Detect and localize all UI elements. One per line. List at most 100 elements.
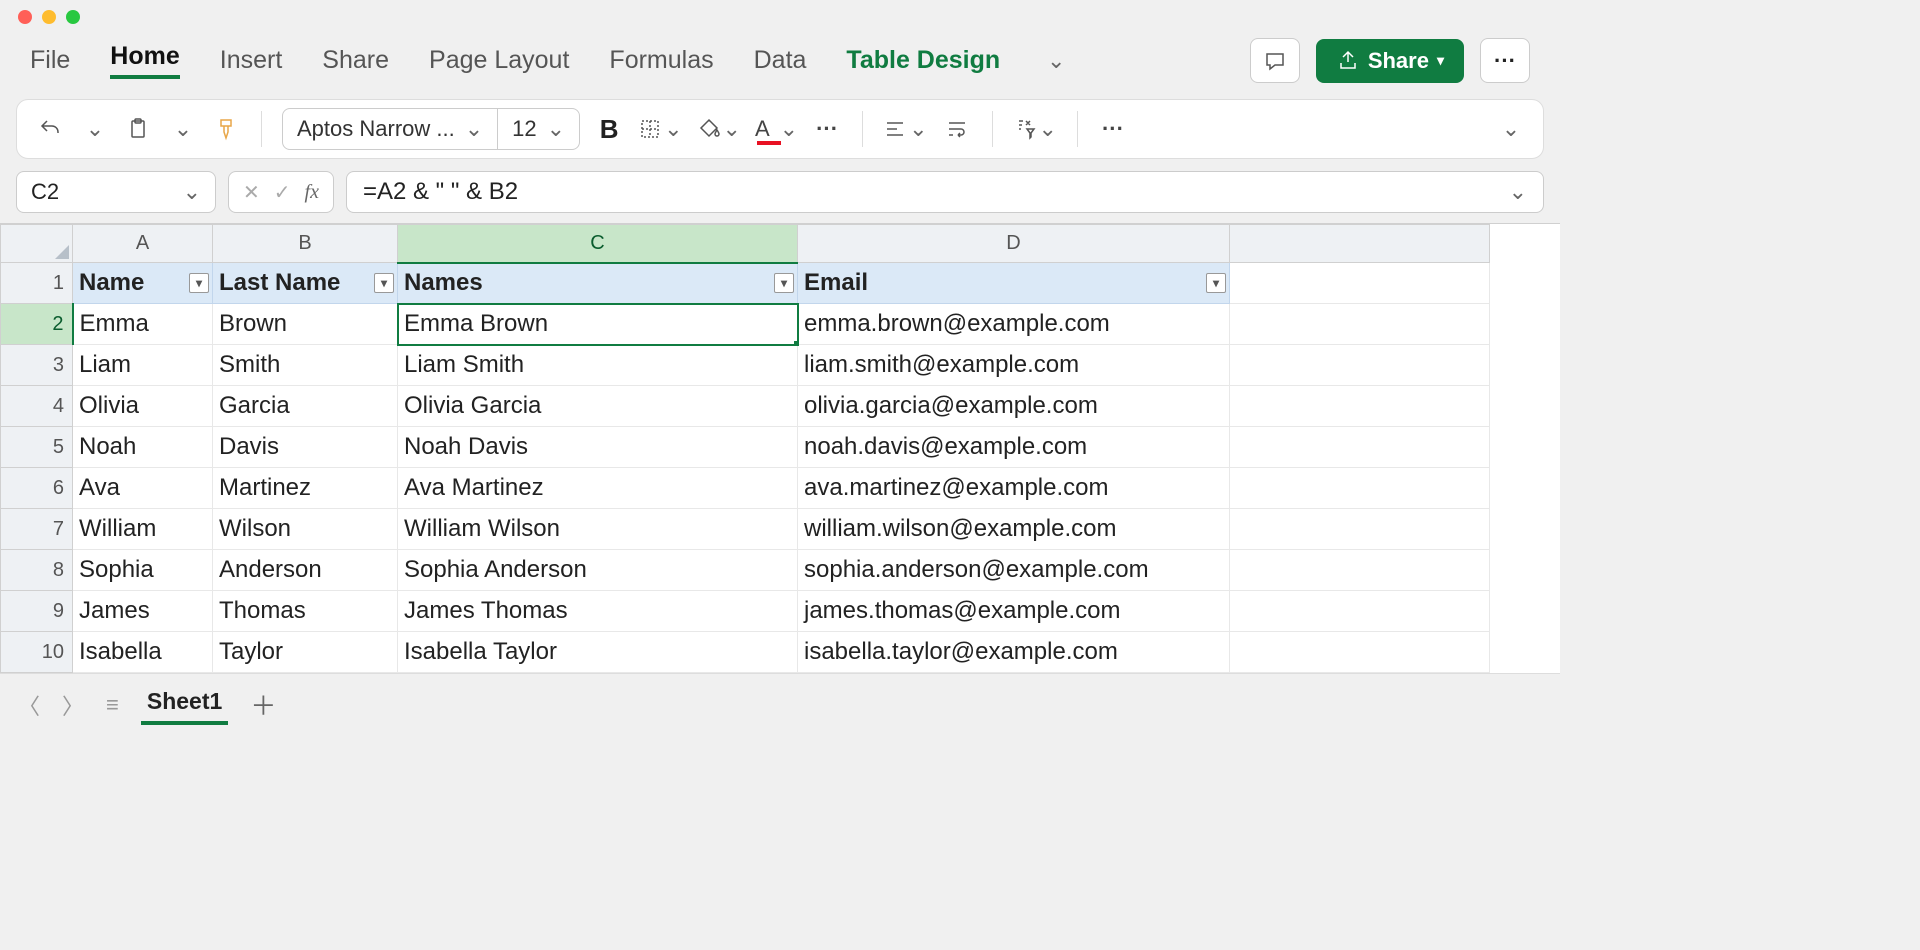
cell-A10[interactable]: Isabella: [73, 632, 213, 673]
cell-D7[interactable]: william.wilson@example.com: [798, 509, 1230, 550]
font-selector[interactable]: Aptos Narrow ...⌄ 12⌄: [282, 108, 580, 150]
cell-A7[interactable]: William: [73, 509, 213, 550]
cell-D5[interactable]: noah.davis@example.com: [798, 427, 1230, 468]
clipboard-dropdown[interactable]: ⌄: [167, 111, 197, 147]
cell-B4[interactable]: Garcia: [213, 386, 398, 427]
maximize-window-icon[interactable]: [66, 10, 80, 24]
cell-B3[interactable]: Smith: [213, 345, 398, 386]
column-header-B[interactable]: B: [213, 225, 398, 263]
tab-share[interactable]: Share: [322, 46, 389, 75]
bold-button[interactable]: B: [594, 111, 624, 147]
sheet-list-icon[interactable]: ≡: [106, 692, 119, 718]
tab-table-design[interactable]: Table Design: [846, 46, 1000, 75]
cell-C6[interactable]: Ava Martinez: [398, 468, 798, 509]
cell-A4[interactable]: Olivia: [73, 386, 213, 427]
name-box[interactable]: C2 ⌄: [16, 171, 216, 213]
row-header-1[interactable]: 1: [1, 263, 73, 304]
column-header-C[interactable]: C: [398, 225, 798, 263]
cell-B10[interactable]: Taylor: [213, 632, 398, 673]
filter-icon[interactable]: ▾: [774, 273, 794, 293]
tab-formulas[interactable]: Formulas: [609, 46, 713, 75]
cell-E8[interactable]: [1230, 550, 1490, 591]
cell-E10[interactable]: [1230, 632, 1490, 673]
font-color-button[interactable]: A⌄: [755, 111, 798, 147]
cell-C4[interactable]: Olivia Garcia: [398, 386, 798, 427]
select-all-corner[interactable]: [1, 225, 73, 263]
toolbar-more-button[interactable]: ···: [1098, 111, 1128, 147]
close-window-icon[interactable]: [18, 10, 32, 24]
cell-B5[interactable]: Davis: [213, 427, 398, 468]
row-header-7[interactable]: 7: [1, 509, 73, 550]
filter-icon[interactable]: ▾: [374, 273, 394, 293]
fill-color-button[interactable]: ⌄: [697, 111, 741, 147]
comments-button[interactable]: [1250, 38, 1300, 83]
cell-C8[interactable]: Sophia Anderson: [398, 550, 798, 591]
format-painter-button[interactable]: [211, 111, 241, 147]
wrap-text-button[interactable]: [942, 111, 972, 147]
fx-icon[interactable]: fx: [305, 181, 319, 204]
cell-E7[interactable]: [1230, 509, 1490, 550]
filter-icon[interactable]: ▾: [189, 273, 209, 293]
column-header-D[interactable]: D: [798, 225, 1230, 263]
cell-E3[interactable]: [1230, 345, 1490, 386]
spreadsheet-grid[interactable]: ABCD 1Name▾Last Name▾Names▾Email▾ 2EmmaBro…: [0, 223, 1560, 673]
cell-D9[interactable]: james.thomas@example.com: [798, 591, 1230, 632]
cell-C9[interactable]: James Thomas: [398, 591, 798, 632]
align-button[interactable]: ⌄: [883, 111, 927, 147]
cell-E5[interactable]: [1230, 427, 1490, 468]
cell-D8[interactable]: sophia.anderson@example.com: [798, 550, 1230, 591]
cell-D3[interactable]: liam.smith@example.com: [798, 345, 1230, 386]
sheet-next-icon[interactable]: 〉: [62, 689, 84, 721]
row-header-3[interactable]: 3: [1, 345, 73, 386]
tab-data[interactable]: Data: [754, 46, 807, 75]
cell-A5[interactable]: Noah: [73, 427, 213, 468]
cell-A8[interactable]: Sophia: [73, 550, 213, 591]
add-sheet-button[interactable]: ＋: [250, 686, 276, 723]
cell-D6[interactable]: ava.martinez@example.com: [798, 468, 1230, 509]
minimize-window-icon[interactable]: [42, 10, 56, 24]
formula-input[interactable]: =A2 & " " & B2 ⌄: [346, 171, 1544, 213]
cell-C3[interactable]: Liam Smith: [398, 345, 798, 386]
cell-E1[interactable]: [1230, 263, 1490, 304]
cell-C2[interactable]: Emma Brown: [398, 304, 798, 345]
cell-C1[interactable]: Names▾: [398, 263, 798, 304]
more-options-button[interactable]: ···: [1480, 38, 1530, 83]
cell-B1[interactable]: Last Name▾: [213, 263, 398, 304]
cell-D1[interactable]: Email▾: [798, 263, 1230, 304]
cell-B2[interactable]: Brown: [213, 304, 398, 345]
filter-icon[interactable]: ▾: [1206, 273, 1226, 293]
undo-button[interactable]: [35, 111, 65, 147]
borders-button[interactable]: ⌄: [638, 111, 682, 147]
toolbar-collapse[interactable]: ⌄: [1495, 111, 1525, 147]
cell-A9[interactable]: James: [73, 591, 213, 632]
row-header-4[interactable]: 4: [1, 386, 73, 427]
cell-D2[interactable]: emma.brown@example.com: [798, 304, 1230, 345]
cell-E6[interactable]: [1230, 468, 1490, 509]
sort-filter-button[interactable]: ⌄: [1013, 111, 1057, 147]
row-header-2[interactable]: 2: [1, 304, 73, 345]
share-button[interactable]: Share ▾: [1316, 39, 1464, 83]
cell-B7[interactable]: Wilson: [213, 509, 398, 550]
cell-E9[interactable]: [1230, 591, 1490, 632]
column-header-A[interactable]: A: [73, 225, 213, 263]
cancel-formula-icon[interactable]: ✕: [243, 180, 260, 205]
tab-insert[interactable]: Insert: [220, 46, 283, 75]
cell-D4[interactable]: olivia.garcia@example.com: [798, 386, 1230, 427]
sheet-tab[interactable]: Sheet1: [141, 684, 228, 725]
undo-dropdown[interactable]: ⌄: [79, 111, 109, 147]
sheet-prev-icon[interactable]: 〈: [18, 689, 40, 721]
ribbon-overflow-chevron[interactable]: ⌄: [1040, 43, 1070, 79]
row-header-6[interactable]: 6: [1, 468, 73, 509]
accept-formula-icon[interactable]: ✓: [274, 180, 291, 205]
cell-C10[interactable]: Isabella Taylor: [398, 632, 798, 673]
cell-A1[interactable]: Name▾: [73, 263, 213, 304]
cell-E2[interactable]: [1230, 304, 1490, 345]
cell-A2[interactable]: Emma: [73, 304, 213, 345]
column-header-blank[interactable]: [1230, 225, 1490, 263]
tab-file[interactable]: File: [30, 46, 70, 75]
row-header-8[interactable]: 8: [1, 550, 73, 591]
cell-B6[interactable]: Martinez: [213, 468, 398, 509]
cell-B8[interactable]: Anderson: [213, 550, 398, 591]
cell-E4[interactable]: [1230, 386, 1490, 427]
clipboard-button[interactable]: [123, 111, 153, 147]
